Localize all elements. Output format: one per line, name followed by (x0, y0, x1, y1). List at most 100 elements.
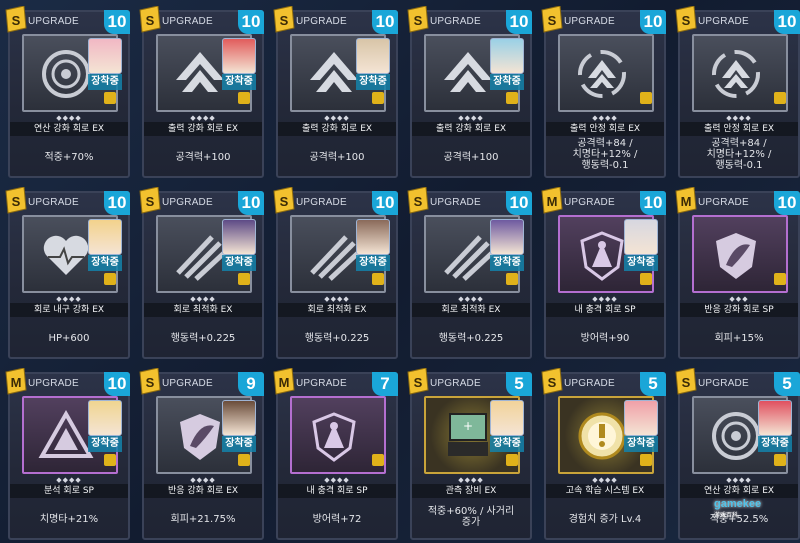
upgrade-label: UPGRADE (698, 197, 749, 208)
lock-icon[interactable] (238, 273, 250, 285)
lock-icon[interactable] (372, 273, 384, 285)
equipment-card[interactable]: S UPGRADE 10 장착중 ◆◆◆◆ 회로 최적화 EX 행동력+0.225 (273, 186, 398, 359)
level-badge: 10 (104, 191, 130, 215)
character-portrait (490, 38, 524, 74)
equipment-stat: 행동력+0.225 (438, 333, 504, 344)
equipped-badge: 장착중 (88, 255, 122, 271)
lock-icon[interactable] (774, 273, 786, 285)
svg-text:S: S (548, 13, 557, 28)
level-badge: 5 (506, 372, 532, 396)
equipped-badge: 장착중 (758, 436, 792, 452)
upgrade-label: UPGRADE (564, 16, 615, 27)
lock-icon[interactable] (104, 454, 116, 466)
level-badge: 10 (372, 191, 398, 215)
character-portrait (490, 219, 524, 255)
equipment-stat: 행동력+0.225 (170, 333, 236, 344)
equipment-card[interactable]: M UPGRADE 10 장착중 ◆◆◆◆ 내 충격 회로 SP 방어력+90 (541, 186, 666, 359)
equipment-card[interactable]: M UPGRADE 10 장착중 ◆◆◆◆ 분석 회로 SP 치명타+21% (5, 367, 130, 540)
grade-s-icon: S (272, 186, 296, 215)
lock-icon[interactable] (104, 92, 116, 104)
equipment-stat: HP+600 (48, 333, 90, 344)
grade-s-icon: S (406, 186, 430, 215)
equipment-stat: 적중+60% / 사거리 증가 (427, 506, 515, 528)
grade-s-icon: S (540, 5, 564, 34)
equipment-stat: 방어력+72 (312, 514, 362, 525)
character-portrait (222, 219, 256, 255)
lock-icon[interactable] (372, 454, 384, 466)
upgrade-label: UPGRADE (28, 16, 79, 27)
equipment-card[interactable]: S UPGRADE 10 ◆◆◆◆ 출력 안정 회로 EX 공격력+84 / 치명타+12… (541, 5, 666, 178)
lock-icon[interactable] (774, 92, 786, 104)
rarity-stars: ◆◆◆◆ (458, 295, 484, 303)
equipped-badge: 장착중 (222, 255, 256, 271)
lock-icon[interactable] (506, 92, 518, 104)
equipped-badge: 장착중 (490, 74, 524, 90)
upgrade-label: UPGRADE (28, 378, 79, 389)
equipped-badge: 장착중 (490, 436, 524, 452)
grade-s-icon: S (406, 367, 430, 396)
equipment-card[interactable]: M UPGRADE 7 ◆◆◆◆ 내 충격 회로 SP 방어력+72 (273, 367, 398, 540)
upgrade-label: UPGRADE (698, 378, 749, 389)
equipment-card[interactable]: S UPGRADE 10 ◆◆◆◆ 출력 안정 회로 EX 공격력+84 / 치명타+12… (675, 5, 800, 178)
equipped-badge: 장착중 (624, 436, 658, 452)
character-portrait (758, 400, 792, 436)
lock-icon[interactable] (372, 92, 384, 104)
equipment-name: 내 충격 회로 SP (278, 484, 396, 498)
character-portrait (88, 38, 122, 74)
character-portrait (88, 400, 122, 436)
grade-s-icon: S (674, 5, 698, 34)
equipment-name: 회로 내구 강화 EX (10, 303, 128, 317)
svg-text:+: + (463, 419, 473, 433)
equipped-badge: 장착중 (88, 74, 122, 90)
equipment-card[interactable]: S UPGRADE 10 장착중 ◆◆◆◆ 출력 강화 회로 EX 공격력+100 (273, 5, 398, 178)
equipment-card[interactable]: S UPGRADE 10 장착중 ◆◆◆◆ 회로 내구 강화 EX HP+600 (5, 186, 130, 359)
equipped-badge: 장착중 (222, 74, 256, 90)
lock-icon[interactable] (104, 273, 116, 285)
lock-icon[interactable] (238, 454, 250, 466)
svg-text:S: S (682, 375, 691, 390)
equipment-stat: 공격력+100 (309, 152, 365, 163)
grade-s-icon: S (4, 5, 28, 34)
equipment-name: 연산 강화 회로 EX (680, 484, 798, 498)
lock-icon[interactable] (640, 92, 652, 104)
equipment-name: 출력 강화 회로 EX (144, 122, 262, 136)
svg-text:S: S (146, 194, 155, 209)
equipment-card[interactable]: S UPGRADE 10 장착중 ◆◆◆◆ 회로 최적화 EX 행동력+0.225 (407, 186, 532, 359)
equipment-card[interactable]: S UPGRADE 10 장착중 ◆◆◆◆ 연산 강화 회로 EX 적중+70% (5, 5, 130, 178)
level-badge: 10 (238, 10, 264, 34)
equipment-stat: 경험치 증가 Lv.4 (568, 514, 642, 525)
equipment-card[interactable]: S UPGRADE 10 장착중 ◆◆◆◆ 출력 강화 회로 EX 공격력+100 (407, 5, 532, 178)
svg-text:M: M (547, 194, 558, 209)
svg-text:S: S (12, 13, 21, 28)
lock-icon[interactable] (506, 454, 518, 466)
rarity-stars: ◆◆◆◆ (56, 476, 82, 484)
grade-s-icon: M (540, 186, 564, 215)
equipment-card[interactable]: S UPGRADE 10 장착중 ◆◆◆◆ 출력 강화 회로 EX 공격력+100 (139, 5, 264, 178)
lock-icon[interactable] (640, 454, 652, 466)
upgrade-label: UPGRADE (296, 16, 347, 27)
rarity-stars: ◆◆◆◆ (458, 476, 484, 484)
equipment-card[interactable]: S UPGRADE 5 장착중 ◆◆◆◆ 고속 학습 시스템 EX 경험치 증가 Lv.4 (541, 367, 666, 540)
rarity-stars: ◆◆◆◆ (56, 295, 82, 303)
level-badge: 10 (104, 10, 130, 34)
lock-icon[interactable] (640, 273, 652, 285)
watermark-logo: gamekee 游戏百科 (714, 498, 762, 519)
grade-s-icon: S (272, 5, 296, 34)
lock-icon[interactable] (238, 92, 250, 104)
grade-s-icon: S (674, 367, 698, 396)
svg-text:S: S (12, 194, 21, 209)
svg-text:S: S (548, 375, 557, 390)
lock-icon[interactable] (774, 454, 786, 466)
level-badge: 10 (774, 10, 800, 34)
equipment-card[interactable]: S UPGRADE 5 + 장착중 ◆◆◆◆ 관측 장비 EX 적중+60% / 사거리 증가 (407, 367, 532, 540)
level-badge: 10 (372, 10, 398, 34)
equipment-card[interactable]: S UPGRADE 10 장착중 ◆◆◆◆ 회로 최적화 EX 행동력+0.225 (139, 186, 264, 359)
level-badge: 5 (774, 372, 800, 396)
rarity-stars: ◆◆◆◆ (592, 114, 618, 122)
equipment-card[interactable]: S UPGRADE 9 장착중 ◆◆◆◆ 반응 강화 회로 EX 회피+21.75% (139, 367, 264, 540)
equipment-card[interactable]: M UPGRADE 10 ◆◆◆ 반응 강화 회로 SP 회피+15% (675, 186, 800, 359)
grade-s-icon: S (138, 186, 162, 215)
lock-icon[interactable] (506, 273, 518, 285)
character-portrait (490, 400, 524, 436)
rarity-stars: ◆◆◆◆ (726, 114, 752, 122)
